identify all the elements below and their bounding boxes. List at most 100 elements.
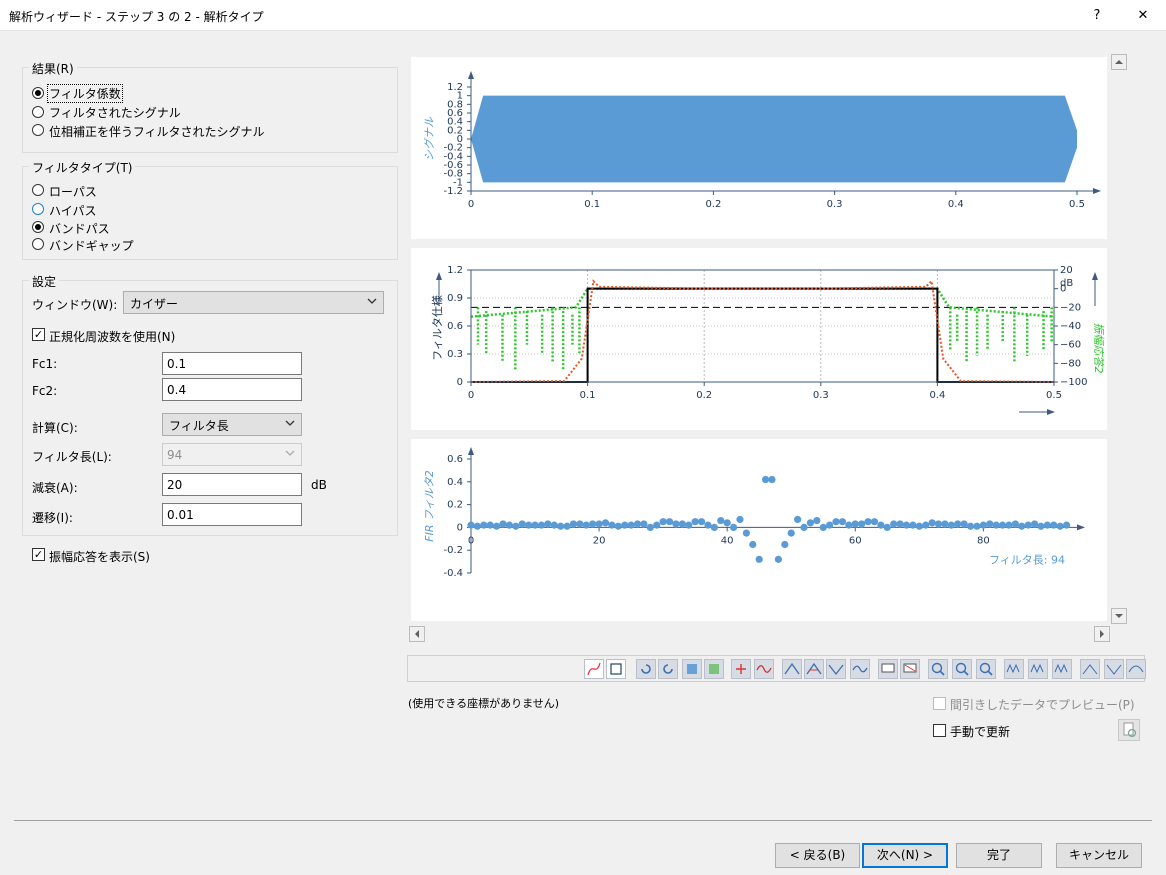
blue-block-icon[interactable] bbox=[682, 659, 702, 679]
y-tick-label: 0.6 bbox=[447, 454, 463, 465]
fc1-input[interactable]: 0.1 bbox=[162, 352, 302, 375]
filter-length-annotation: フィルタ長: 94 bbox=[989, 553, 1065, 566]
result-label-phase-corrected[interactable]: 位相補正を伴うフィルタされたシグナル bbox=[49, 123, 265, 140]
curve-icon[interactable] bbox=[584, 659, 604, 679]
x-axis-direction-arrow bbox=[1047, 409, 1055, 415]
graph-toolbar bbox=[407, 655, 1146, 682]
data-point bbox=[710, 523, 718, 531]
y2-tick-label: 20 bbox=[1060, 265, 1073, 276]
filter-radio-highpass[interactable] bbox=[32, 203, 44, 215]
zoom-reset-icon[interactable] bbox=[976, 659, 996, 679]
fc2-input[interactable]: 0.4 bbox=[162, 378, 302, 401]
green-block-icon[interactable] bbox=[704, 659, 724, 679]
filter-radio-bandpass[interactable] bbox=[32, 221, 44, 233]
fit-curve-icon-1[interactable] bbox=[1080, 659, 1100, 679]
x-tick-label: 20 bbox=[593, 535, 606, 546]
data-point bbox=[557, 522, 565, 530]
calc-select[interactable]: フィルタ長 bbox=[162, 413, 302, 436]
manual-update-label[interactable]: 手動で更新 bbox=[950, 723, 1010, 740]
data-point bbox=[627, 521, 635, 529]
help-button[interactable]: ? bbox=[1074, 0, 1120, 31]
attenuation-input[interactable]: 20 bbox=[162, 473, 302, 496]
manual-update-checkbox[interactable] bbox=[933, 724, 946, 737]
filter-radio-lowpass[interactable] bbox=[32, 184, 44, 196]
finish-button[interactable]: 完了 bbox=[956, 843, 1042, 868]
filter-label-bandstop[interactable]: バンドギャップ bbox=[49, 237, 134, 254]
data-point bbox=[659, 518, 667, 526]
data-point bbox=[569, 520, 578, 528]
result-label-coefficients[interactable]: フィルタ係数 bbox=[47, 84, 123, 103]
scroll-left-icon[interactable] bbox=[409, 626, 425, 642]
refresh-preview-button[interactable] bbox=[1118, 719, 1140, 741]
fit-curve-icon-3[interactable] bbox=[1126, 659, 1146, 679]
next-button[interactable]: 次へ(N) > bbox=[862, 843, 948, 868]
rotate-cw-icon[interactable] bbox=[636, 659, 656, 679]
y-axis-direction-arrow bbox=[436, 272, 442, 280]
data-point bbox=[954, 520, 962, 528]
window-title: 解析ウィザード - ステップ 3 の 2 - 解析タイプ bbox=[9, 10, 264, 24]
data-point bbox=[1062, 521, 1071, 529]
filter-label-bandpass[interactable]: バンドパス bbox=[49, 220, 110, 237]
x-tick-label: 40 bbox=[721, 535, 734, 546]
zoom-in-icon[interactable] bbox=[928, 659, 948, 679]
scroll-right-icon[interactable] bbox=[1094, 626, 1110, 642]
back-button[interactable]: < 戻る(B) bbox=[775, 843, 860, 868]
fit-view-icon[interactable] bbox=[606, 659, 626, 679]
vertical-scrollbar[interactable] bbox=[1110, 53, 1128, 624]
normalized-label[interactable]: 正規化周波数を使用(N) bbox=[49, 328, 175, 345]
filter-radio-bandstop[interactable] bbox=[32, 238, 44, 250]
y-tick-label: -0.4 bbox=[443, 568, 463, 579]
result-radio-filtered[interactable] bbox=[32, 106, 44, 118]
normalized-checkbox[interactable]: ✓ bbox=[32, 328, 45, 341]
filter-type-group-title: フィルタタイプ(T) bbox=[29, 159, 136, 176]
fc2-label: Fc2: bbox=[32, 384, 58, 398]
data-point bbox=[1005, 521, 1013, 529]
show-response-checkbox[interactable]: ✓ bbox=[32, 548, 45, 561]
data-point bbox=[685, 521, 693, 529]
show-response-label[interactable]: 振幅応答を表示(S) bbox=[49, 548, 150, 565]
data-point bbox=[582, 521, 590, 529]
x-tick-label: 0 bbox=[468, 535, 474, 546]
window-select[interactable]: カイザー bbox=[123, 291, 384, 314]
calc-select-value: フィルタ長 bbox=[169, 419, 229, 433]
length-select: 94 bbox=[162, 443, 302, 466]
result-radio-phase-corrected[interactable] bbox=[32, 124, 44, 136]
cancel-button[interactable]: キャンセル bbox=[1056, 843, 1142, 868]
result-label-filtered[interactable]: フィルタされたシグナル bbox=[49, 104, 181, 121]
data-point bbox=[512, 522, 520, 530]
data-point bbox=[1018, 522, 1026, 530]
add-point-icon[interactable] bbox=[731, 659, 751, 679]
filter-label-highpass[interactable]: ハイパス bbox=[49, 202, 97, 219]
x-tick-label: 0.1 bbox=[584, 199, 600, 210]
data-point bbox=[787, 529, 795, 537]
data-point bbox=[806, 519, 815, 527]
rotate-ccw-icon[interactable] bbox=[658, 659, 678, 679]
close-button[interactable]: ✕ bbox=[1120, 0, 1166, 31]
data-point bbox=[480, 521, 488, 529]
delete-comment-icon[interactable] bbox=[900, 659, 920, 679]
filter-label-lowpass[interactable]: ローパス bbox=[49, 183, 97, 200]
axis-scale-icon-1[interactable] bbox=[1004, 659, 1024, 679]
comment-icon[interactable] bbox=[878, 659, 898, 679]
horizontal-scrollbar[interactable] bbox=[408, 625, 1111, 643]
axis-scale-icon-3[interactable] bbox=[1052, 659, 1072, 679]
smooth-icon[interactable] bbox=[850, 659, 870, 679]
data-point bbox=[1011, 520, 1019, 528]
axis-scale-icon-2[interactable] bbox=[1028, 659, 1048, 679]
result-radio-coefficients[interactable] bbox=[32, 87, 44, 99]
data-point bbox=[544, 520, 552, 528]
zoom-out-icon[interactable] bbox=[952, 659, 972, 679]
scroll-down-icon[interactable] bbox=[1111, 608, 1127, 624]
peak-icon-1[interactable] bbox=[782, 659, 802, 679]
data-point bbox=[646, 523, 654, 531]
valley-icon[interactable] bbox=[826, 659, 846, 679]
transition-input[interactable]: 0.01 bbox=[162, 503, 302, 526]
coordinates-status: (使用できる座標がありません) bbox=[408, 697, 560, 710]
scroll-up-icon[interactable] bbox=[1111, 54, 1127, 70]
x-axis-arrow bbox=[1077, 524, 1085, 531]
fit-curve-icon-2[interactable] bbox=[1104, 659, 1124, 679]
y-tick-label: 0 bbox=[457, 522, 463, 533]
peak-icon-2[interactable] bbox=[804, 659, 824, 679]
wave-icon[interactable] bbox=[754, 659, 774, 679]
data-point bbox=[563, 522, 571, 530]
